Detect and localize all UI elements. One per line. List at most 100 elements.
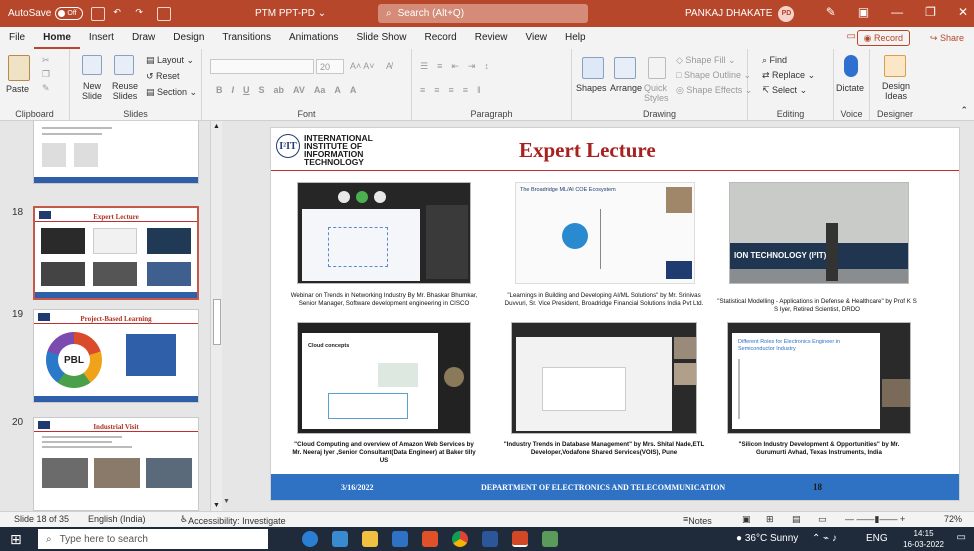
system-tray-icons[interactable]: ⌃ ⌁ ♪: [812, 533, 837, 544]
language-indicator[interactable]: English (India): [88, 514, 146, 524]
taskbar-clock[interactable]: 14:15 16-03-2022: [903, 528, 944, 550]
task-view-icon[interactable]: [332, 531, 348, 547]
select-button[interactable]: ↸ Select ⌄: [762, 85, 807, 96]
lecture-photo-statistics[interactable]: ION TECHNOLOGY (I²IT): [729, 182, 909, 284]
notes-button[interactable]: ≡ Notes: [683, 514, 712, 526]
search-box[interactable]: ⌕ Search (Alt+Q): [378, 4, 588, 23]
file-explorer-icon[interactable]: [362, 531, 378, 547]
design-ideas-button[interactable]: Design Ideas: [876, 81, 916, 101]
office-icon[interactable]: [422, 531, 438, 547]
zoom-level[interactable]: 72%: [944, 514, 962, 524]
document-title[interactable]: PTM PPT-PD ⌄: [255, 8, 326, 19]
restore-icon[interactable]: ❐: [925, 5, 936, 19]
reuse-slides-icon[interactable]: [114, 55, 134, 75]
input-language[interactable]: ENG: [866, 533, 888, 544]
save-icon[interactable]: [91, 6, 106, 21]
paint-icon[interactable]: [542, 531, 558, 547]
collapse-ribbon-icon[interactable]: ⌃: [960, 105, 968, 116]
reuse-slides-button[interactable]: Reuse Slides: [110, 81, 140, 101]
arrange-button[interactable]: Arrange: [610, 83, 642, 93]
user-account[interactable]: PANKAJ DHAKATE PD: [685, 5, 795, 22]
design-ideas-icon[interactable]: [884, 55, 906, 77]
close-icon[interactable]: ✕: [958, 5, 968, 19]
shape-effects-button[interactable]: ◎ Shape Effects ⌄: [676, 85, 752, 96]
webinar-photo-cloud[interactable]: Cloud concepts: [297, 322, 471, 434]
word-icon[interactable]: [482, 531, 498, 547]
webinar-photo-ml-ai[interactable]: The Broadridge ML/AI COE Ecosystem: [515, 182, 695, 284]
webinar-photo-database[interactable]: [511, 322, 697, 434]
present-icon[interactable]: [157, 6, 172, 21]
webinar-photo-networking[interactable]: [297, 182, 471, 284]
cut-icon[interactable]: ✂: [42, 55, 50, 66]
layout-button[interactable]: ▤ Layout ⌄: [146, 55, 194, 66]
quick-styles-icon[interactable]: [648, 57, 666, 79]
ribbon-display-icon[interactable]: ▣: [858, 5, 869, 19]
pen-icon[interactable]: ✎: [826, 5, 836, 19]
powerpoint-icon[interactable]: [512, 531, 528, 547]
undo-icon[interactable]: ↶: [113, 7, 127, 21]
chrome-icon[interactable]: [452, 531, 468, 547]
copy-icon[interactable]: ❐: [42, 69, 50, 80]
webinar-photo-silicon[interactable]: Different Roles for Electronics Engineer…: [727, 322, 911, 434]
new-slide-icon[interactable]: [82, 55, 102, 75]
reading-view-icon[interactable]: ▤: [792, 514, 801, 525]
paste-icon[interactable]: [8, 55, 30, 81]
scroll-down-icon[interactable]: ▼: [213, 502, 220, 509]
font-size-select[interactable]: 20: [316, 59, 344, 74]
tab-file[interactable]: File: [0, 27, 34, 49]
scroll-up-icon[interactable]: ▲: [213, 123, 220, 130]
slide-sorter-icon[interactable]: ⊞: [766, 514, 774, 525]
shapes-icon[interactable]: [582, 57, 604, 79]
quick-styles-button[interactable]: Quick Styles: [644, 83, 672, 103]
shapes-button[interactable]: Shapes: [576, 83, 607, 93]
tab-help[interactable]: Help: [556, 27, 595, 49]
redo-icon[interactable]: ↷: [135, 7, 149, 21]
taskbar-search[interactable]: ⌕ Type here to search: [38, 529, 268, 549]
tab-home[interactable]: Home: [34, 27, 80, 49]
tab-record[interactable]: Record: [415, 27, 465, 49]
slide-counter[interactable]: Slide 18 of 35: [14, 514, 69, 524]
slide-thumbnail-18[interactable]: Expert Lecture: [33, 206, 199, 300]
tab-animations[interactable]: Animations: [280, 27, 347, 49]
accessibility-status[interactable]: ♿ Accessibility: Investigate: [180, 514, 286, 526]
windows-start-icon[interactable]: ⊞: [10, 531, 22, 548]
tab-review[interactable]: Review: [466, 27, 517, 49]
tab-slide-show[interactable]: Slide Show: [347, 27, 415, 49]
slide-thumbnail-19[interactable]: Project-Based Learning PBL: [33, 309, 199, 403]
bullets-buttons[interactable]: ☰ ≡ ⇤ ⇥ ↕: [420, 61, 489, 72]
font-family-select[interactable]: [210, 59, 314, 74]
slide-thumbnail-17[interactable]: [33, 121, 199, 184]
tab-view[interactable]: View: [517, 27, 557, 49]
minimize-icon[interactable]: —: [891, 5, 903, 19]
record-button[interactable]: ◉ Record: [856, 30, 910, 46]
font-style-buttons[interactable]: B I U S ab AV Aa A A: [216, 85, 356, 95]
normal-view-icon[interactable]: ▣: [742, 514, 751, 525]
slide-18[interactable]: I²IT INTERNATIONAL INSTITUTE OF INFORMAT…: [270, 127, 960, 501]
zoom-slider[interactable]: — ——▮—— +: [845, 514, 905, 525]
shape-fill-button[interactable]: ◇ Shape Fill ⌄: [676, 55, 736, 66]
shape-outline-button[interactable]: □ Shape Outline ⌄: [676, 70, 751, 81]
section-button[interactable]: ▤ Section ⌄: [146, 87, 197, 98]
tab-insert[interactable]: Insert: [80, 27, 123, 49]
scroll-thumb[interactable]: [213, 299, 221, 345]
replace-button[interactable]: ⇄ Replace ⌄: [762, 70, 815, 81]
mail-icon[interactable]: [392, 531, 408, 547]
font-size-buttons[interactable]: A˄ A˅ A̸: [350, 61, 392, 71]
tab-draw[interactable]: Draw: [123, 27, 164, 49]
cortana-icon[interactable]: [302, 531, 318, 547]
autosave-switch[interactable]: Off: [55, 7, 84, 20]
tab-transitions[interactable]: Transitions: [213, 27, 280, 49]
arrange-icon[interactable]: [614, 57, 636, 79]
format-painter-icon[interactable]: ✎: [42, 83, 50, 94]
comments-icon[interactable]: ▭: [847, 31, 856, 42]
thumbnail-scrollbar[interactable]: ▲ ▼: [210, 121, 222, 511]
tab-design[interactable]: Design: [164, 27, 213, 49]
slide-thumbnail-20[interactable]: Industrial Visit: [33, 417, 199, 511]
slide-title[interactable]: Expert Lecture: [519, 138, 656, 163]
dictate-button[interactable]: Dictate: [836, 83, 864, 93]
paste-button[interactable]: Paste: [6, 84, 29, 94]
notifications-icon[interactable]: ▭: [957, 532, 966, 543]
microphone-icon[interactable]: [844, 55, 858, 77]
share-button[interactable]: ↪ Share: [924, 30, 970, 46]
autosave-toggle[interactable]: AutoSave Off: [8, 7, 84, 20]
